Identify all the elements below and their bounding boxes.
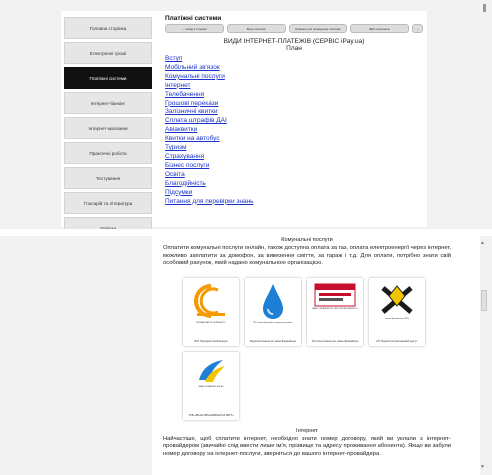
provider-caption: КП "Єдиний розрахунковий центр" <box>376 339 418 343</box>
plan-link[interactable]: Питання для перевірки знань <box>165 198 423 207</box>
scroll-thumb[interactable] <box>481 290 487 311</box>
coat-of-arms-icon <box>381 284 413 314</box>
utilities-title: Комунальні послуги <box>281 237 333 243</box>
tab-payment-rules[interactable]: Правила для проведення платежів <box>288 24 348 33</box>
tab-payment-types[interactable]: Види платежів <box>226 24 286 33</box>
sidebar-item-practical-work[interactable]: Практичні роботи <box>64 142 152 164</box>
heat-logo-icon <box>314 283 356 307</box>
top-page: Головна сторінка Електронні гроші Платіж… <box>61 11 427 229</box>
top-screenshot-panel: Головна сторінка Електронні гроші Платіж… <box>0 0 492 229</box>
plan-link[interactable]: Підсумки <box>165 189 423 198</box>
window-edge-marker <box>483 4 486 12</box>
sidebar-item-payment-systems[interactable]: Платіжні системи <box>64 67 152 89</box>
provider-logos-row: ПРИКАРПАТТЯ ОБЛЕНЕРГО ПАТ Прикарпаттяобл… <box>183 277 451 346</box>
plan-link[interactable]: Туризм <box>165 144 423 153</box>
sidebar-item-online-shops[interactable]: Інтернет-магазини <box>64 117 152 139</box>
internet-text: Найчастіше, щоб сплатити інтернет, необх… <box>163 435 451 457</box>
sidebar-nav: Головна сторінка Електронні гроші Платіж… <box>64 17 152 229</box>
provider-caption: ТОВ «ІВАНО-ФРАНКІВСЬКГАЗ ЗБУТ» <box>188 413 234 417</box>
provider-logo-text: Івано-Франківська ЄРЦ <box>385 317 409 320</box>
sidebar-item-testing[interactable]: Тестування <box>64 167 152 189</box>
scroll-down-icon[interactable]: ▼ <box>480 464 485 470</box>
plan-link[interactable]: Квитки на автобус <box>165 135 423 144</box>
plan-link[interactable]: Авіаквитки <box>165 126 423 135</box>
provider-caption: Теплопостачання (м. Івано-Франківськ) <box>311 339 359 343</box>
provider-logos-row-2: ІВАНО-ФРАНКІВСЬКГАЗ ТОВ «ІВАНО-ФРАНКІВСЬ… <box>183 351 451 420</box>
sidebar-item-home[interactable]: Головна сторінка <box>64 17 152 39</box>
bottom-screenshot-panel: Комунальні послуги Оплатити комунальні п… <box>0 236 492 475</box>
internet-title: Інтернет <box>296 427 318 434</box>
provider-logo-text: ПРИКАРПАТТЯ ОБЛЕНЕРГО <box>196 321 226 324</box>
section-title: Платіжні системи <box>165 15 222 22</box>
plan-link[interactable]: Мобільний зв'язок <box>165 64 423 73</box>
plan-link[interactable]: Телебачення <box>165 91 423 100</box>
tab-back[interactable]: ← назад в сторінки <box>165 24 224 33</box>
plan-link[interactable]: Залізничні квитки <box>165 108 423 117</box>
bottom-page: Комунальні послуги Оплатити комунальні п… <box>152 236 480 475</box>
energy-logo-icon <box>194 283 225 318</box>
plan-link[interactable]: Бізнес послуги <box>165 162 423 171</box>
water-drop-icon <box>263 283 283 319</box>
provider-card[interactable]: ІВАНО-ФРАНКІВСЬКГАЗ ТОВ «ІВАНО-ФРАНКІВСЬ… <box>183 351 239 420</box>
provider-card[interactable]: КП "Івано-Франківськ водоекотехпром" Вод… <box>245 277 301 346</box>
plan-link[interactable]: Благодійність <box>165 180 423 189</box>
article: Комунальні послуги Оплатити комунальні п… <box>163 237 451 459</box>
provider-card[interactable]: ПРИКАРПАТТЯ ОБЛЕНЕРГО ПАТ Прикарпаттяобл… <box>183 277 239 346</box>
utilities-text: Оплатити комунальні послуги онлайн, тако… <box>163 245 451 267</box>
plan-link[interactable]: Інтернет <box>165 82 423 91</box>
page-heading: ВИДИ ІНТЕРНЕТ-ПЛАТЕЖІВ (СЕРВІС iPay.ua) <box>223 38 365 45</box>
plan-link[interactable]: Сплата штрафів ДАІ <box>165 117 423 126</box>
plan-link[interactable]: Освіта <box>165 171 423 180</box>
plan-link[interactable]: Вступ <box>165 55 423 64</box>
tab-fez[interactable]: ФЕЗ-чорномель <box>350 24 409 33</box>
provider-logo-text: КП "Івано-Франківськ водоекотехпром" <box>253 321 293 324</box>
scroll-up-icon[interactable]: ▲ <box>480 240 485 246</box>
provider-logo-text: ІВАНО-ФРАНКІВСЬКГАЗ <box>198 385 224 388</box>
scrollbar[interactable]: ▲ ▼ <box>479 236 487 475</box>
plan-link[interactable]: Комунальні послуги <box>165 73 423 82</box>
provider-logo-text: ІВАНО-ФРАНКІВСЬК ТЕПЛОКОМУНЕНЕРГО <box>312 307 358 310</box>
provider-caption: Водопостачання (м. Івано-Франківськ) <box>250 339 296 343</box>
sidebar-item-help[interactable]: Довідка <box>64 217 152 229</box>
plan-link[interactable]: Страхування <box>165 153 423 162</box>
tab-bar: ← назад в сторінки Види платежів Правила… <box>165 24 423 33</box>
plan-heading: План <box>286 45 302 52</box>
sidebar-item-internet-banking[interactable]: Інтернет-банкінг <box>64 92 152 114</box>
provider-caption: ПАТ Прикарпаттяобленерго <box>194 339 228 343</box>
tab-next-arrow[interactable]: → <box>412 24 423 33</box>
gas-logo-icon <box>199 359 225 382</box>
sidebar-item-e-money[interactable]: Електронні гроші <box>64 42 152 64</box>
sidebar-item-glossary[interactable]: Глосарій та література <box>64 192 152 214</box>
main-content: Платіжні системи ← назад в сторінки Види… <box>165 15 423 206</box>
plan-link-list: Вступ Мобільний зв'язок Комунальні послу… <box>165 55 423 206</box>
provider-card[interactable]: ІВАНО-ФРАНКІВСЬК ТЕПЛОКОМУНЕНЕРГО Теплоп… <box>307 277 363 346</box>
provider-card[interactable]: Івано-Франківська ЄРЦ КП "Єдиний розраху… <box>369 277 425 346</box>
